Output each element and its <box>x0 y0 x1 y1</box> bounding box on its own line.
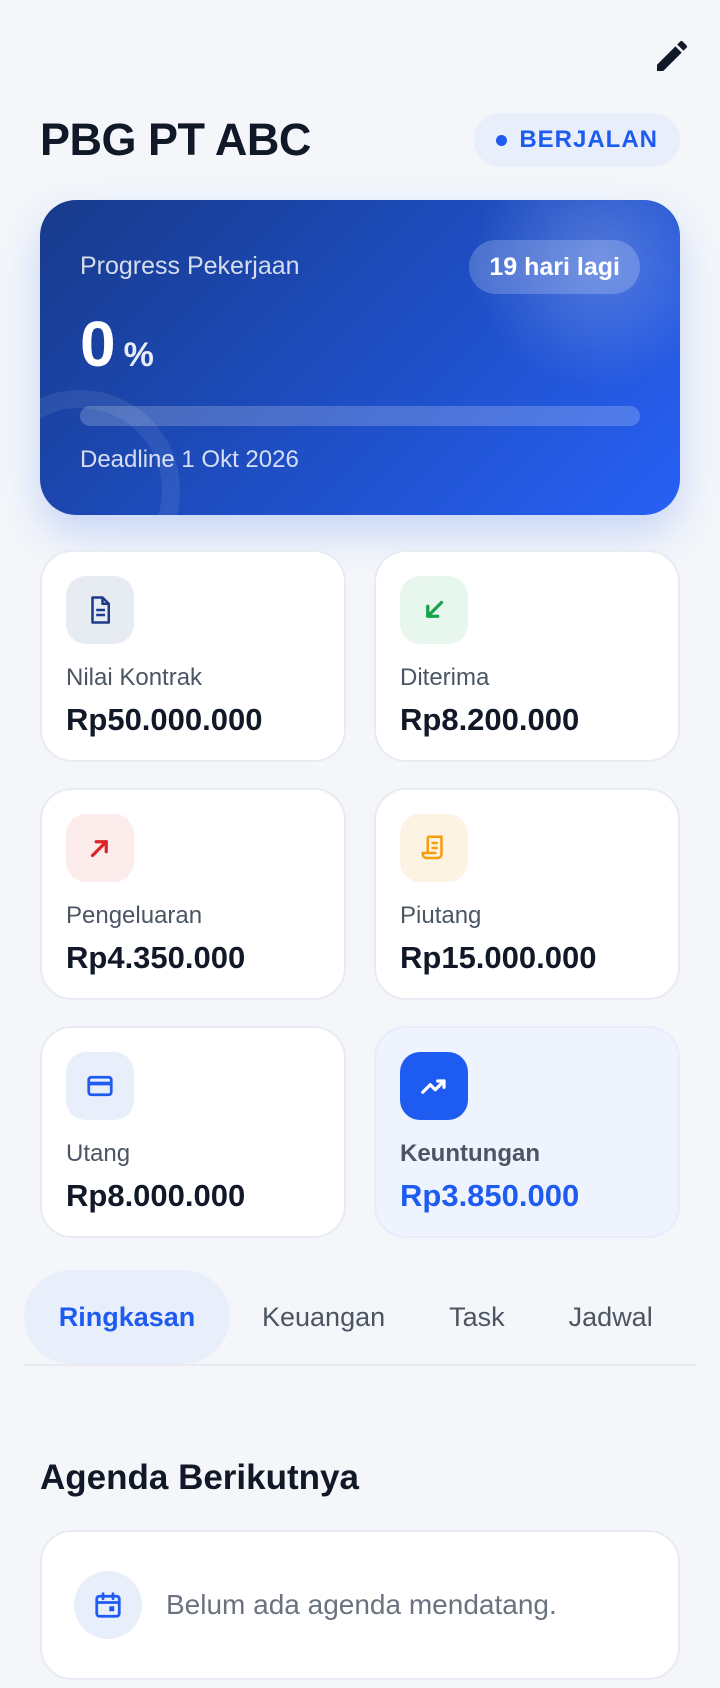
stat-card-piutang[interactable]: Piutang Rp15.000.000 <box>374 788 680 1000</box>
stat-label: Piutang <box>400 902 482 929</box>
section-tabs: Ringkasan Keuangan Task Jadwal <box>24 1270 696 1366</box>
stat-card-pengeluaran[interactable]: Pengeluaran Rp4.350.000 <box>40 788 346 1000</box>
days-remaining-badge: 19 hari lagi <box>469 240 640 294</box>
stat-value: Rp3.850.000 <box>400 1178 580 1213</box>
tab-jadwal[interactable]: Jadwal <box>537 1270 685 1364</box>
stat-label: Diterima <box>400 664 490 691</box>
stat-value: Rp15.000.000 <box>400 940 597 975</box>
progress-bar <box>80 406 640 426</box>
agenda-empty-card: Belum ada agenda mendatang. <box>40 1530 680 1680</box>
tab-task[interactable]: Task <box>417 1270 537 1364</box>
progress-value: 0 % <box>80 312 154 376</box>
stat-value: Rp8.200.000 <box>400 702 580 737</box>
tab-ringkasan[interactable]: Ringkasan <box>24 1270 230 1364</box>
stat-label: Keuntungan <box>400 1140 540 1167</box>
arrow-up-right-icon <box>66 814 134 882</box>
arrow-down-left-icon <box>400 576 468 644</box>
trending-up-icon <box>400 1052 468 1120</box>
progress-percent: 0 <box>80 308 116 380</box>
stat-value: Rp4.350.000 <box>66 940 246 975</box>
progress-card: Progress Pekerjaan 19 hari lagi 0 % Dead… <box>40 200 680 515</box>
stat-label: Pengeluaran <box>66 902 203 929</box>
stat-label: Utang <box>66 1140 131 1167</box>
agenda-empty-text: Belum ada agenda mendatang. <box>166 1589 557 1620</box>
progress-unit: % <box>123 336 154 374</box>
pencil-icon <box>652 36 692 81</box>
calendar-icon <box>74 1571 142 1639</box>
receipt-icon <box>400 814 468 882</box>
stat-value: Rp50.000.000 <box>66 702 263 737</box>
hero-glow-decoration <box>460 200 680 400</box>
stat-card-utang[interactable]: Utang Rp8.000.000 <box>40 1026 346 1238</box>
status-badge-label: BERJALAN <box>519 126 658 153</box>
deadline-text: Deadline 1 Okt 2026 <box>80 446 299 473</box>
stat-value: Rp8.000.000 <box>66 1178 246 1213</box>
progress-label: Progress Pekerjaan <box>80 252 300 280</box>
stat-card-diterima[interactable]: Diterima Rp8.200.000 <box>374 550 680 762</box>
edit-button[interactable] <box>648 34 696 82</box>
stat-card-keuntungan[interactable]: Keuntungan Rp3.850.000 <box>374 1026 680 1238</box>
document-icon <box>66 576 134 644</box>
page-title: PBG PT ABC <box>40 114 311 165</box>
credit-card-icon <box>66 1052 134 1120</box>
agenda-section-title: Agenda Berikutnya <box>40 1458 359 1497</box>
tab-keuangan[interactable]: Keuangan <box>230 1270 417 1364</box>
stat-label: Nilai Kontrak <box>66 664 203 691</box>
title-row: PBG PT ABC BERJALAN <box>40 110 680 170</box>
status-dot <box>496 134 508 146</box>
stat-card-nilai-kontrak[interactable]: Nilai Kontrak Rp50.000.000 <box>40 550 346 762</box>
status-badge: BERJALAN <box>474 113 680 167</box>
project-detail-page: PBG PT ABC BERJALAN Progress Pekerjaan 1… <box>0 0 720 1688</box>
